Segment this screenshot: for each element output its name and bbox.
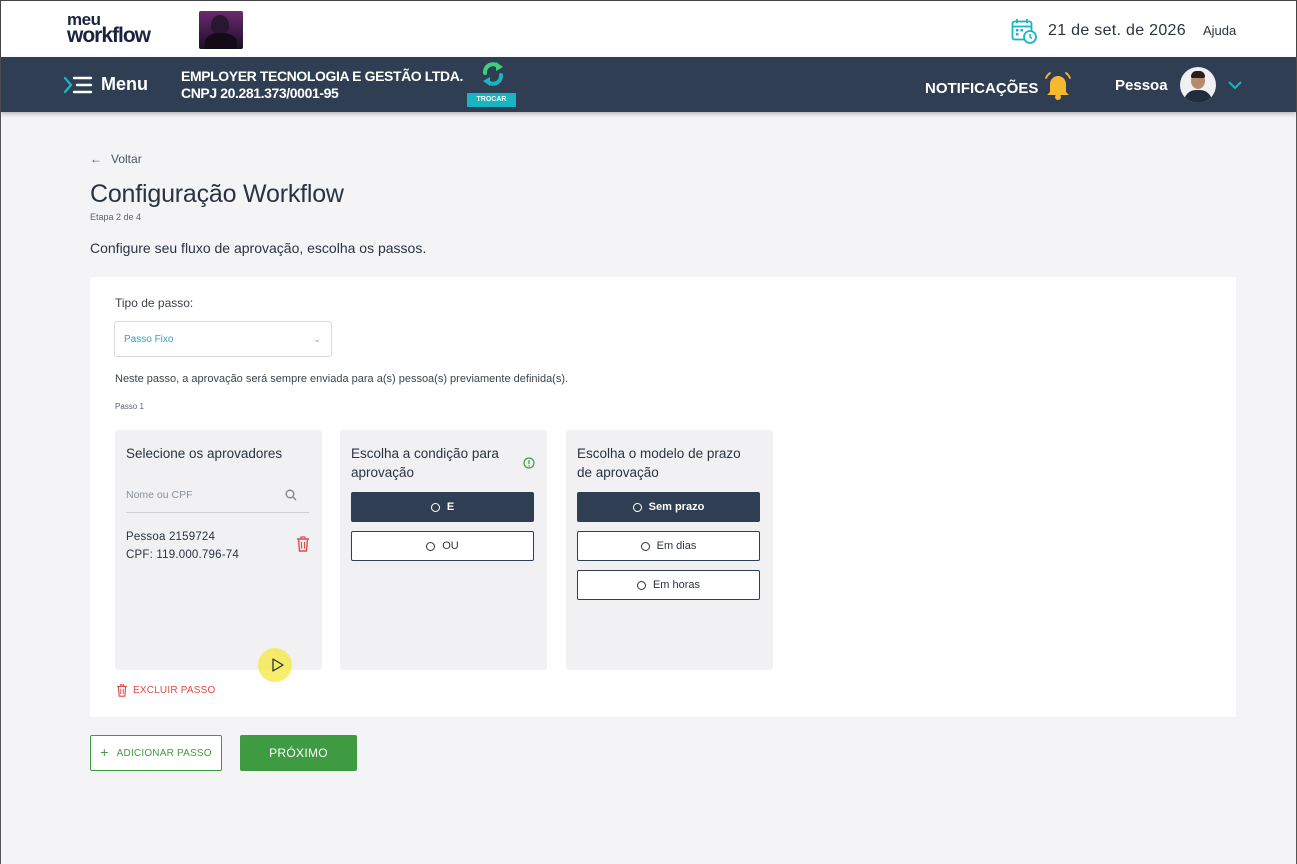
menu-icon [63, 76, 93, 93]
cursor-highlight [258, 648, 292, 682]
user-menu[interactable]: Pessoa [1115, 67, 1242, 103]
step-type-value: Passo Fixo [124, 334, 174, 345]
page-title: Configuração Workflow [90, 180, 344, 208]
search-placeholder: Nome ou CPF [126, 489, 193, 501]
help-circle-icon[interactable] [523, 456, 535, 474]
approver-name: Pessoa 2159724 [126, 531, 216, 543]
help-link[interactable]: Ajuda [1203, 23, 1236, 38]
deadline-option-sem-prazo[interactable]: Sem prazo [577, 492, 760, 522]
bell-icon [1045, 72, 1072, 100]
approvers-panel: Selecione os aprovadores Nome ou CPF Pes… [115, 430, 322, 670]
approver-cpf: CPF: 119.000.796-74 [126, 549, 239, 561]
approver-item: Pessoa 2159724 CPF: 119.000.796-74 [126, 528, 239, 564]
step-number: Passo 1 [115, 402, 144, 411]
next-button[interactable]: PRÓXIMO [240, 735, 357, 771]
deadline-option-label: Em horas [652, 579, 701, 591]
chevron-down-icon: ⌄ [313, 334, 321, 344]
company-info: EMPLOYER TECNOLOGIA E GESTÃO LTDA. CNPJ … [181, 68, 463, 102]
back-link[interactable]: ← Voltar [90, 152, 142, 166]
back-label: Voltar [111, 152, 142, 166]
radio-icon [430, 502, 440, 512]
step-type-select[interactable]: Passo Fixo ⌄ [114, 321, 332, 357]
condition-option-label: OU [442, 540, 459, 552]
back-arrow-icon: ← [90, 152, 102, 166]
user-avatar [1179, 67, 1216, 103]
deadline-option-em-horas[interactable]: Em horas [577, 570, 760, 600]
deadline-option-em-dias[interactable]: Em dias [577, 531, 760, 561]
add-step-button[interactable]: + ADICIONAR PASSO [90, 735, 222, 771]
workflow-step-card: Tipo de passo: Passo Fixo ⌄ Neste passo,… [90, 277, 1236, 717]
current-date: 21 de set. de 2026 [1048, 22, 1186, 39]
window-border-left [0, 0, 1, 864]
notifications-label: NOTIFICAÇÕES [925, 79, 1039, 97]
swap-label: TROCAR [467, 93, 516, 107]
webcam-thumbnail [199, 11, 243, 49]
condition-option-ou[interactable]: OU [351, 531, 534, 561]
radio-icon [636, 580, 646, 590]
radio-icon [632, 502, 642, 512]
condition-panel: Escolha a condição para aprovação E OU [340, 430, 547, 670]
swap-company-button[interactable]: TROCAR [467, 61, 517, 107]
delete-step-label: EXCLUIR PASSO [133, 685, 216, 696]
app-logo[interactable]: meu workflow [67, 11, 151, 47]
notifications-button[interactable]: NOTIFICAÇÕES [925, 72, 1074, 102]
deadline-panel-title: Escolha o modelo de prazo de aprovação [577, 446, 741, 480]
remove-approver-trash-icon[interactable] [296, 536, 310, 557]
deadline-option-label: Sem prazo [648, 501, 705, 513]
deadline-option-label: Em dias [656, 540, 697, 552]
main-navbar: Menu EMPLOYER TECNOLOGIA E GESTÃO LTDA. … [1, 57, 1296, 112]
condition-option-e[interactable]: E [351, 492, 534, 522]
add-step-label: ADICIONAR PASSO [116, 747, 212, 759]
menu-label: Menu [101, 74, 148, 94]
deadline-panel: Escolha o modelo de prazo de aprovação S… [566, 430, 773, 670]
condition-panel-title: Escolha a condição para aprovação [351, 446, 499, 480]
calendar-icon [1011, 18, 1037, 44]
approvers-panel-title: Selecione os aprovadores [126, 446, 283, 461]
search-icon [285, 489, 297, 501]
radio-icon [640, 541, 650, 551]
radio-icon [426, 541, 436, 551]
user-name: Pessoa [1115, 76, 1168, 94]
logo-line2: workflow [67, 23, 151, 47]
swap-icon [481, 61, 505, 87]
top-bar: meu workflow 21 de set. de 2026 Ajuda [0, 0, 1297, 57]
cursor-pointer-icon [272, 658, 284, 672]
step-indicator: Etapa 2 de 4 [90, 212, 142, 222]
company-cnpj: CNPJ 20.281.373/0001-95 [181, 85, 339, 101]
approver-search-input[interactable]: Nome ou CPF [126, 480, 309, 513]
menu-button[interactable]: Menu [63, 74, 148, 95]
step-type-label: Tipo de passo: [115, 296, 194, 310]
delete-step-button[interactable]: EXCLUIR PASSO [116, 684, 215, 697]
plus-icon: + [100, 744, 109, 760]
trash-icon [117, 684, 127, 697]
date-display: 21 de set. de 2026 [1011, 18, 1186, 44]
company-name: EMPLOYER TECNOLOGIA E GESTÃO LTDA. [181, 68, 463, 84]
step-type-description: Neste passo, a aprovação será sempre env… [115, 373, 569, 385]
condition-option-label: E [446, 501, 455, 513]
page-description: Configure seu fluxo de aprovação, escolh… [90, 240, 427, 256]
chevron-down-icon [1227, 81, 1242, 90]
